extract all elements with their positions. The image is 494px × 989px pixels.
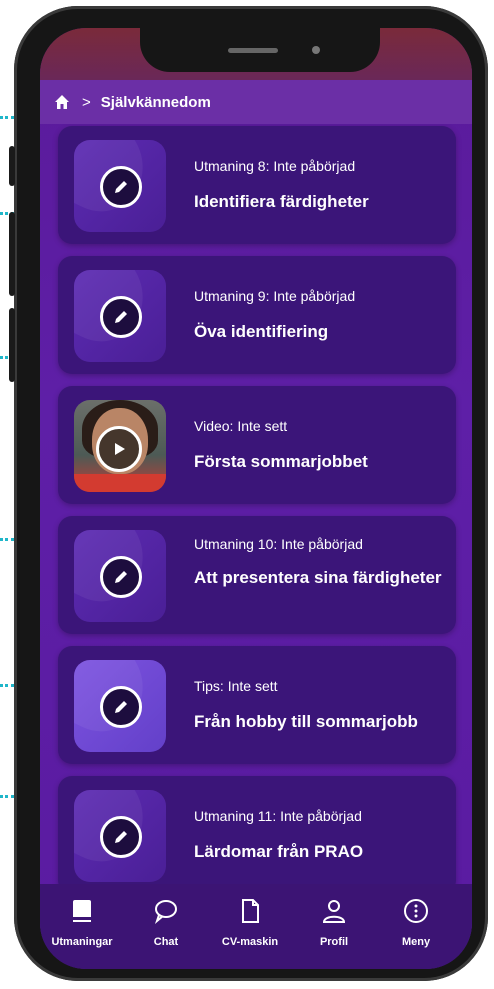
tab-chat[interactable]: Chat <box>130 898 202 950</box>
tab-label: Meny <box>401 936 431 948</box>
card-status: Utmaning 10: Inte påbörjad <box>194 536 363 552</box>
home-icon[interactable] <box>54 94 70 110</box>
tab-label: CV-maskin <box>221 936 279 948</box>
card-title: Att presentera sina färdigheter <box>194 568 442 587</box>
card-status: Video: Inte sett <box>194 418 288 434</box>
video-card[interactable]: Video: Inte sett Första sommarjobbet <box>58 386 456 504</box>
card-title: Identifiera färdigheter <box>194 192 369 211</box>
card-title: Första sommarjobbet <box>194 452 368 471</box>
card-title: Från hobby till sommarjobb <box>194 712 418 731</box>
volume-down-button <box>9 308 15 382</box>
card-title: Öva identifiering <box>194 322 329 341</box>
challenge-card[interactable]: Utmaning 8: Inte påbörjad Identifiera fä… <box>58 126 456 244</box>
card-thumbnail <box>74 140 166 232</box>
challenge-card[interactable]: Utmaning 10: Inte påbörjad Att presenter… <box>58 516 456 634</box>
tab-label: Chat <box>153 936 179 948</box>
breadcrumb-separator: > <box>82 93 91 111</box>
book-icon <box>73 900 91 922</box>
app-screen: > Självkännedom Utmaning 8: Inte påbörja… <box>40 28 472 969</box>
card-status: Tips: Inte sett <box>194 678 278 694</box>
tab-profil[interactable]: Profil <box>298 898 370 950</box>
pencil-icon <box>100 166 142 208</box>
play-icon[interactable] <box>96 426 142 472</box>
card-title: Lärdomar från PRAO <box>194 842 364 861</box>
annotation-marker <box>0 538 14 541</box>
card-thumbnail <box>74 270 166 362</box>
pencil-icon <box>100 816 142 858</box>
tab-cv-maskin[interactable]: CV-maskin <box>214 898 286 950</box>
status-bar <box>40 28 472 80</box>
challenge-list: Utmaning 8: Inte påbörjad Identifiera fä… <box>40 124 472 884</box>
pencil-icon <box>100 556 142 598</box>
chat-bubble-icon <box>154 900 177 924</box>
tips-card[interactable]: Tips: Inte sett Från hobby till sommarjo… <box>58 646 456 764</box>
card-status: Utmaning 9: Inte påbörjad <box>194 288 356 304</box>
video-thumbnail <box>74 400 166 492</box>
breadcrumb: > Självkännedom <box>40 80 472 124</box>
pencil-icon <box>100 686 142 728</box>
annotation-marker <box>0 684 14 687</box>
tab-meny[interactable]: Meny <box>380 898 452 950</box>
card-thumbnail <box>74 660 166 752</box>
pencil-icon <box>100 296 142 338</box>
mute-switch <box>9 146 15 186</box>
annotation-marker <box>0 795 14 798</box>
tab-label: Utmaningar <box>51 936 113 948</box>
challenge-card[interactable]: Utmaning 11: Inte påbörjad Lärdomar från… <box>58 776 456 884</box>
person-icon <box>322 900 346 923</box>
bottom-tab-bar: Utmaningar Chat CV-maskin Profil Meny <box>40 884 472 969</box>
card-status: Utmaning 11: Inte påbörjad <box>194 808 362 824</box>
card-status: Utmaning 8: Inte påbörjad <box>194 158 356 174</box>
card-thumbnail <box>74 530 166 622</box>
speaker <box>228 48 278 53</box>
challenge-card[interactable]: Utmaning 9: Inte påbörjad Öva identifier… <box>58 256 456 374</box>
more-icon <box>404 899 428 923</box>
volume-up-button <box>9 212 15 296</box>
annotation-marker <box>0 116 14 119</box>
card-thumbnail <box>74 790 166 882</box>
breadcrumb-current: Självkännedom <box>100 93 211 111</box>
notch <box>140 28 380 72</box>
tab-utmaningar[interactable]: Utmaningar <box>46 898 118 950</box>
document-icon <box>242 899 259 923</box>
camera <box>312 46 320 54</box>
tab-label: Profil <box>319 936 349 948</box>
